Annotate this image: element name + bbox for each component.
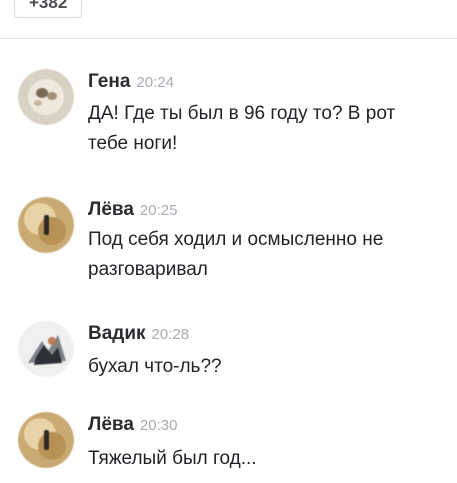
message-header: Гена 20:24 <box>88 71 174 93</box>
message-text: Тяжелый был год... <box>88 448 257 469</box>
message-text: ДА! Где ты был в 96 году то? В рот тебе … <box>88 103 396 154</box>
message-time[interactable]: 20:30 <box>140 417 178 434</box>
author-name[interactable]: Лёва <box>88 414 134 435</box>
top-bar: +382 <box>0 0 457 39</box>
candle-avatar[interactable] <box>18 412 74 468</box>
message-header: Лёва 20:25 <box>88 199 177 221</box>
chat-page: +382 Гена 20:24 ДА! Где ты был в 96 году … <box>0 0 457 483</box>
author-name[interactable]: Гена <box>88 71 130 92</box>
message-text: бухал что-ль?? <box>88 356 222 377</box>
author-name[interactable]: Лёва <box>88 199 134 220</box>
message-time[interactable]: 20:24 <box>136 74 174 91</box>
author-name[interactable]: Вадик <box>88 323 146 344</box>
message-header: Лёва 20:30 <box>88 414 177 436</box>
message-time[interactable]: 20:28 <box>152 326 190 343</box>
cat-avatar[interactable] <box>18 69 74 125</box>
message-header: Вадик 20:28 <box>88 323 189 345</box>
message-time[interactable]: 20:25 <box>140 202 178 219</box>
animal-avatar[interactable] <box>18 321 74 377</box>
candle-avatar[interactable] <box>18 197 74 253</box>
more-messages-button[interactable]: +382 <box>14 0 83 18</box>
message-text: Под себя ходил и осмысленно не разговари… <box>88 229 384 280</box>
